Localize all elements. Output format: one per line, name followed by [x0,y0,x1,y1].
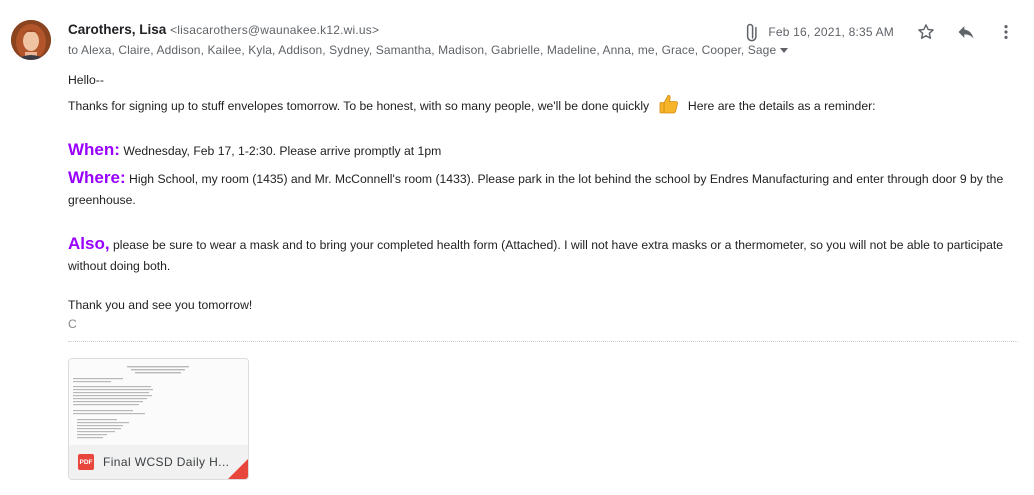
recipients-line[interactable]: to Alexa, Claire, Addison, Kailee, Kyla,… [68,43,789,57]
signature-text: C [68,317,77,331]
attachment-icon [742,22,762,42]
reply-icon[interactable] [954,20,978,44]
recipients-dropdown-icon[interactable] [780,48,789,54]
also-label: Also, [68,234,110,253]
message-body: Hello-- Thanks for signing up to stuff e… [68,70,1023,334]
intro-text: Thanks for signing up to stuff envelopes… [68,99,650,114]
pdf-icon: PDF [78,454,94,470]
where-paragraph: Where: High School, my room (1435) and M… [68,167,1023,211]
sender-line: Carothers, Lisa <lisacarothers@waunakee.… [68,22,379,37]
when-paragraph: When: Wednesday, Feb 17, 1-2:30. Please … [68,140,1023,161]
attachments-divider [68,341,1018,342]
closing-text: Thank you and see you tomorrow! [68,298,253,312]
thumbs-up-icon [657,92,681,122]
when-text: Wednesday, Feb 17, 1-2:30. Please arrive… [123,144,442,158]
intro-text-continued: Here are the details as a reminder: [687,99,876,114]
message-meta: Feb 16, 2021, 8:35 AM [742,22,1034,42]
sender-name[interactable]: Carothers, Lisa [68,22,166,37]
where-label: Where: [68,168,126,187]
more-vert-icon[interactable] [994,20,1018,44]
attachment-card[interactable]: PDF Final WCSD Daily H... [68,358,249,480]
attachment-filename: Final WCSD Daily H... [103,455,230,469]
also-paragraph: Also, please be sure to wear a mask and … [68,233,1023,277]
attachment-corner-fold [228,459,248,479]
sender-email[interactable]: <lisacarothers@waunakee.k12.wi.us> [170,23,379,37]
when-label: When: [68,140,120,159]
attachment-footer[interactable]: PDF Final WCSD Daily H... [69,445,248,479]
sender-avatar[interactable] [11,20,51,60]
recipients-list: to Alexa, Claire, Addison, Kailee, Kyla,… [68,43,777,57]
attachment-preview[interactable] [69,359,248,445]
star-icon[interactable] [914,20,938,44]
message-date: Feb 16, 2021, 8:35 AM [768,25,894,39]
greeting-text: Hello-- [68,73,104,87]
intro-paragraph: Thanks for signing up to stuff envelopes… [68,92,1023,122]
also-text: please be sure to wear a mask and to bri… [68,238,1004,273]
where-text: High School, my room (1435) and Mr. McCo… [68,172,1004,207]
